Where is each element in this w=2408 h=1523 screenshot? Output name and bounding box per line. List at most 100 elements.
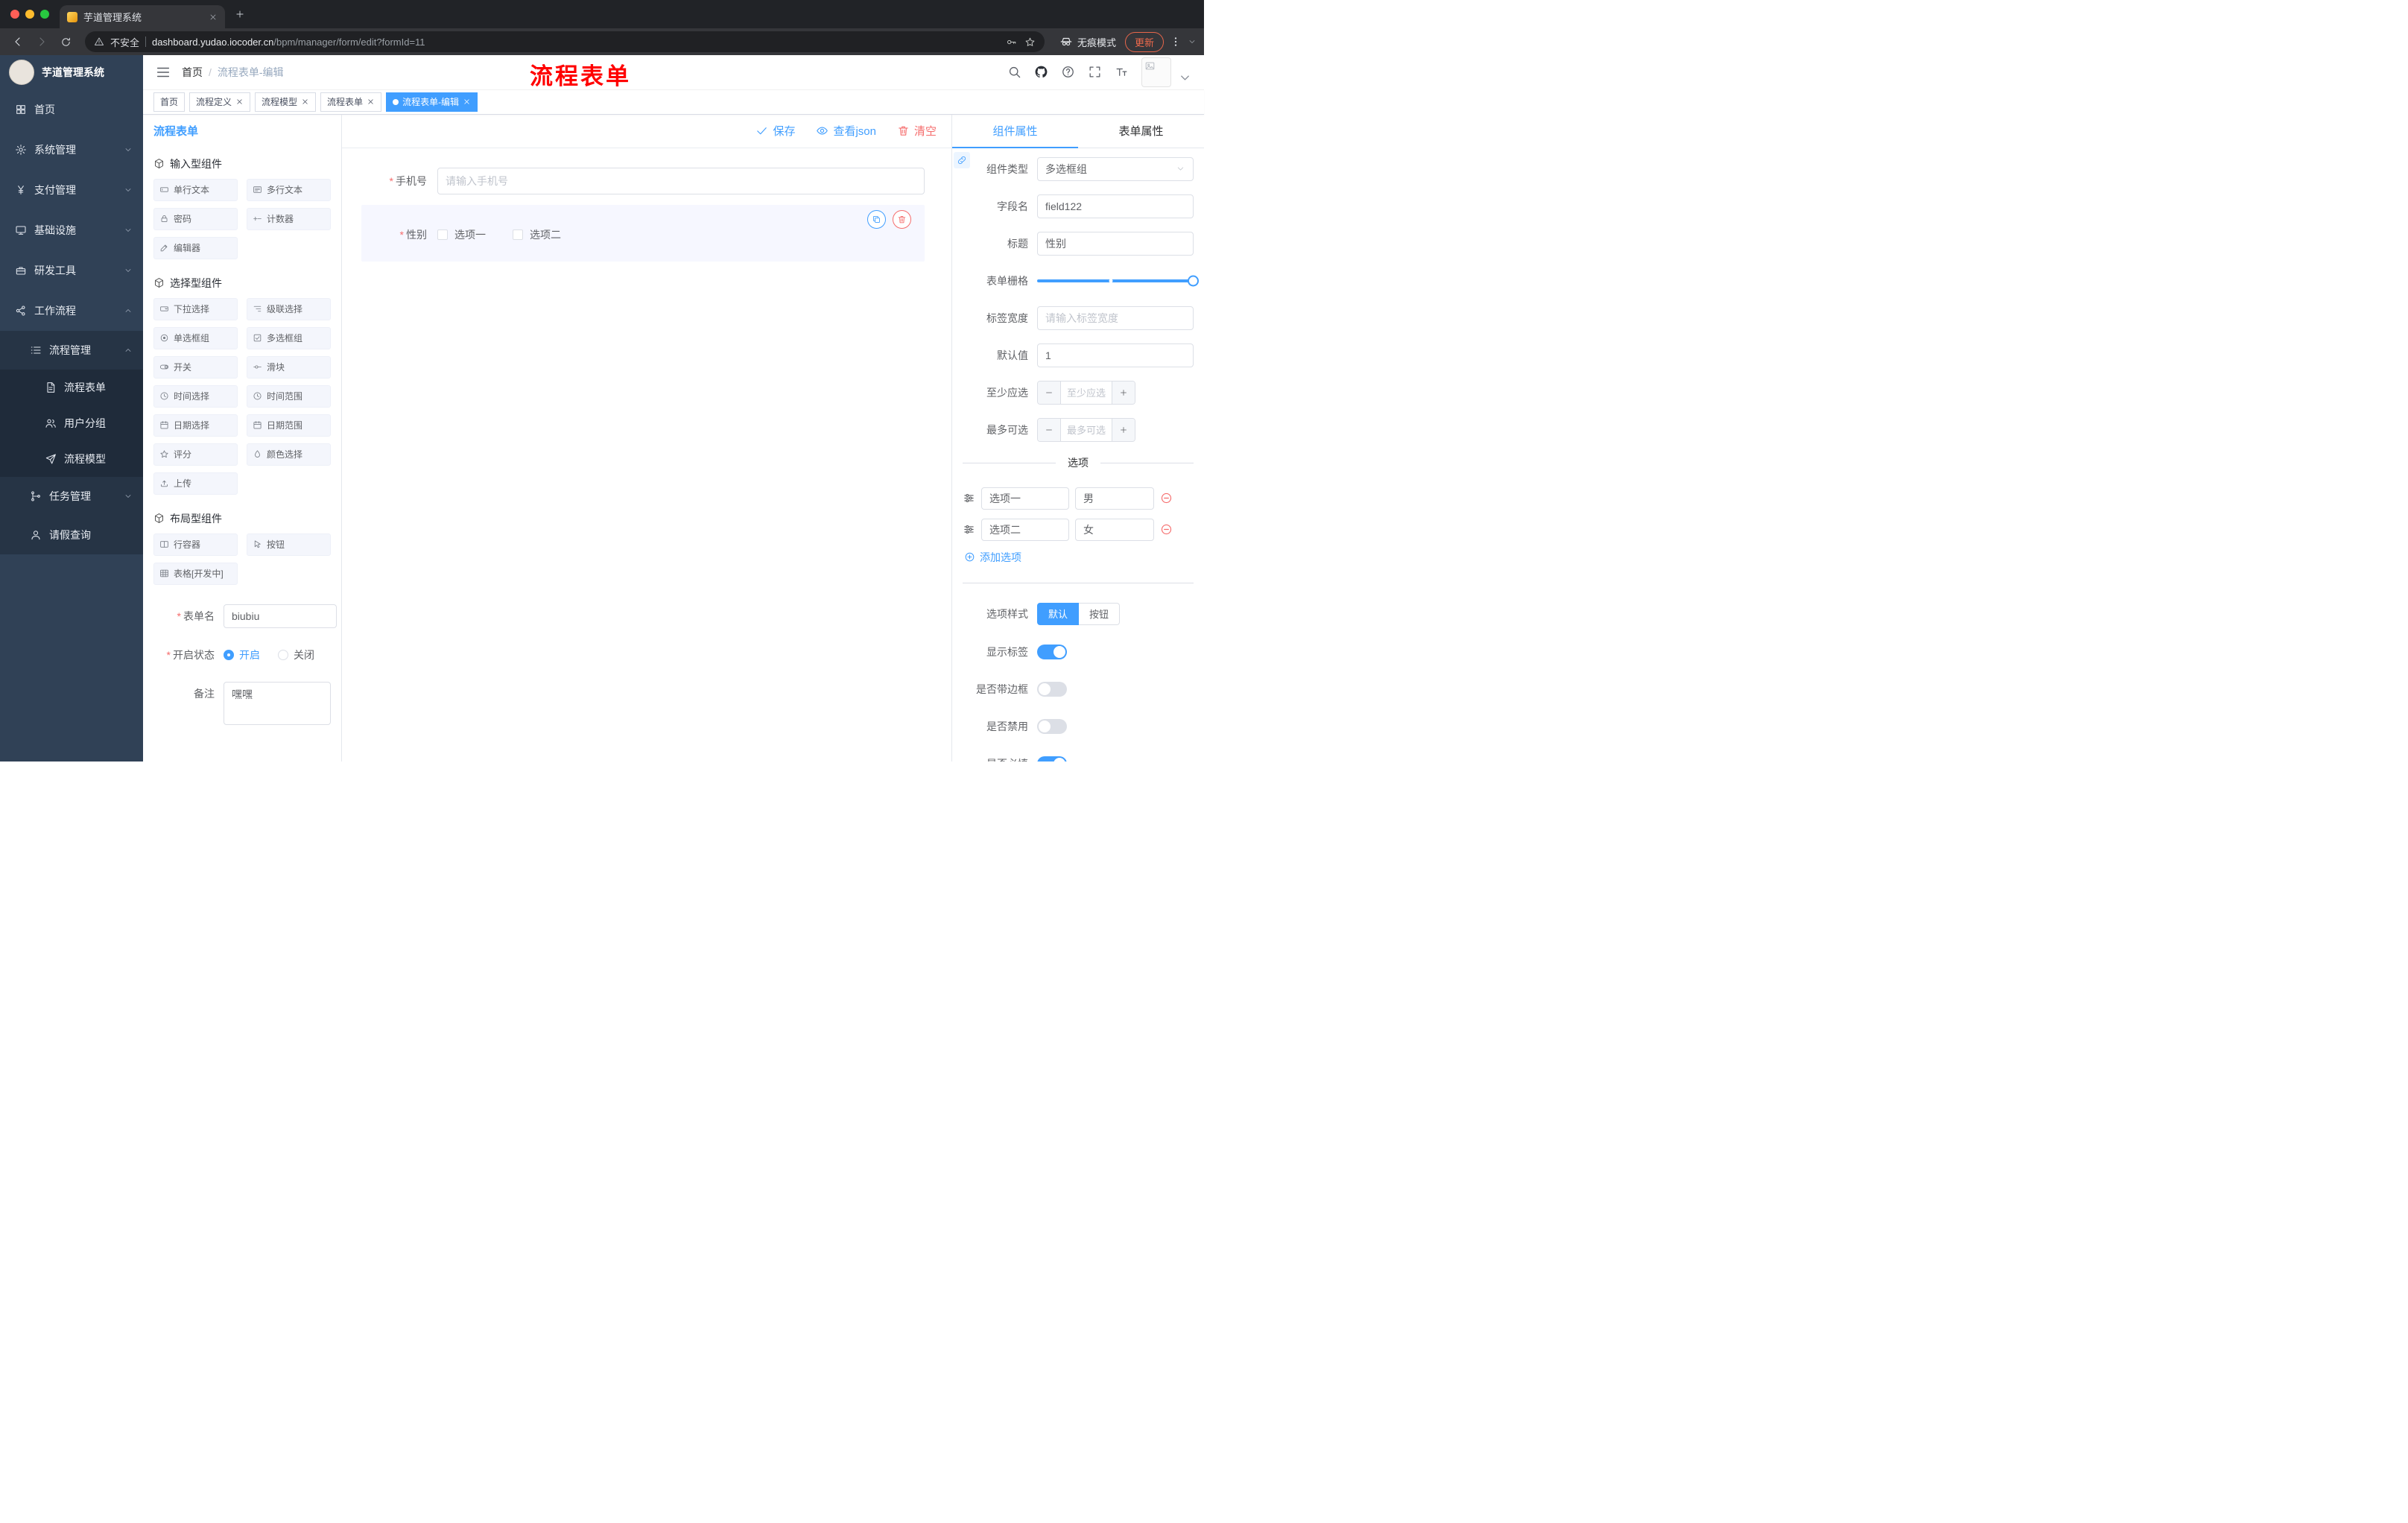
sidebar-item-process-form[interactable]: 流程表单 bbox=[0, 370, 143, 405]
label-width-input[interactable] bbox=[1037, 305, 1194, 330]
window-close-button[interactable] bbox=[10, 10, 19, 19]
option-style-default-button[interactable]: 默认 bbox=[1037, 602, 1080, 625]
palette-item-editor[interactable]: 编辑器 bbox=[153, 236, 238, 259]
sidebar-item-process-management[interactable]: 流程管理 bbox=[0, 331, 143, 370]
option-style-button-button[interactable]: 按钮 bbox=[1079, 602, 1121, 625]
phone-input[interactable] bbox=[437, 167, 925, 194]
canvas-field-phone[interactable]: * 手机号 bbox=[361, 167, 925, 194]
tag-process-form[interactable]: 流程表单 bbox=[320, 92, 382, 112]
gender-checkbox-option2[interactable]: 选项二 bbox=[513, 227, 561, 242]
palette-item-dropdown-select[interactable]: 下拉选择 bbox=[153, 297, 238, 320]
window-minimize-button[interactable] bbox=[25, 10, 34, 19]
gender-checkbox-option1[interactable]: 选项一 bbox=[437, 227, 486, 242]
tag-process-model[interactable]: 流程模型 bbox=[255, 92, 317, 112]
palette-item-single-line-text[interactable]: 单行文本 bbox=[153, 178, 238, 201]
tag-home[interactable]: 首页 bbox=[153, 92, 186, 112]
slider-handle[interactable] bbox=[1188, 275, 1199, 287]
palette-item-multi-line-text[interactable]: 多行文本 bbox=[247, 178, 331, 201]
window-controls[interactable] bbox=[0, 10, 60, 19]
toolbar-caret-icon[interactable] bbox=[1188, 37, 1197, 46]
sidebar-item-infrastructure[interactable]: 基础设施 bbox=[0, 210, 143, 250]
form-grid-slider[interactable] bbox=[1037, 275, 1199, 287]
palette-item-time-range[interactable]: 时间范围 bbox=[247, 384, 331, 408]
close-icon[interactable] bbox=[235, 98, 244, 106]
back-button[interactable] bbox=[7, 31, 28, 52]
close-icon[interactable] bbox=[367, 98, 375, 106]
sidebar-item-workflow[interactable]: 工作流程 bbox=[0, 291, 143, 331]
drag-handle-icon[interactable] bbox=[963, 492, 975, 504]
palette-item-upload[interactable]: 上传 bbox=[153, 472, 238, 495]
tag-process-definition[interactable]: 流程定义 bbox=[189, 92, 251, 112]
security-label[interactable]: 不安全 bbox=[110, 35, 139, 49]
add-option-button[interactable]: 添加选项 bbox=[963, 550, 1194, 565]
github-icon[interactable] bbox=[1034, 65, 1048, 79]
tab-form-properties[interactable]: 表单属性 bbox=[1078, 115, 1204, 148]
forward-button[interactable] bbox=[31, 31, 52, 52]
option-value-input[interactable] bbox=[1075, 487, 1154, 510]
field-name-input[interactable] bbox=[1037, 194, 1194, 218]
duplicate-field-button[interactable] bbox=[867, 209, 886, 229]
fullscreen-icon[interactable] bbox=[1088, 65, 1102, 79]
link-handle[interactable] bbox=[954, 151, 970, 168]
default-value-input[interactable] bbox=[1037, 343, 1194, 367]
breadcrumb-home[interactable]: 首页 bbox=[182, 65, 203, 80]
option-label-input[interactable] bbox=[981, 518, 1069, 541]
sidebar-item-leave-query[interactable]: 请假查询 bbox=[0, 516, 143, 554]
option-label-input[interactable] bbox=[981, 487, 1069, 510]
option-value-input[interactable] bbox=[1075, 518, 1154, 541]
sidebar-item-home[interactable]: 首页 bbox=[0, 89, 143, 130]
close-icon[interactable] bbox=[463, 98, 471, 106]
font-size-icon[interactable] bbox=[1115, 65, 1129, 79]
password-key-icon[interactable] bbox=[1006, 37, 1017, 48]
disabled-toggle[interactable] bbox=[1037, 718, 1067, 734]
tag-process-form-edit[interactable]: 流程表单-编辑 bbox=[386, 92, 478, 112]
stepper-increase-button[interactable] bbox=[1112, 381, 1135, 404]
remove-option-button[interactable] bbox=[1160, 523, 1173, 536]
sidebar-collapse-icon[interactable] bbox=[155, 64, 171, 80]
palette-item-date-picker[interactable]: 日期选择 bbox=[153, 414, 238, 437]
close-icon[interactable] bbox=[301, 98, 309, 106]
sidebar-item-task-management[interactable]: 任务管理 bbox=[0, 477, 143, 516]
sidebar-item-system[interactable]: 系统管理 bbox=[0, 130, 143, 170]
search-icon[interactable] bbox=[1007, 65, 1021, 79]
palette-item-date-range[interactable]: 日期范围 bbox=[247, 414, 331, 437]
palette-item-counter[interactable]: 计数器 bbox=[247, 207, 331, 230]
palette-item-checkbox-group[interactable]: 多选框组 bbox=[247, 326, 331, 349]
window-zoom-button[interactable] bbox=[40, 10, 49, 19]
palette-item-switch[interactable]: 开关 bbox=[153, 355, 238, 379]
reload-button[interactable] bbox=[55, 31, 76, 52]
clear-button[interactable]: 清空 bbox=[897, 123, 937, 139]
palette-item-button[interactable]: 按钮 bbox=[247, 533, 331, 556]
tab-component-properties[interactable]: 组件属性 bbox=[952, 115, 1078, 148]
max-select-value[interactable]: 最多可选 bbox=[1061, 419, 1112, 441]
delete-field-button[interactable] bbox=[893, 209, 911, 229]
new-tab-button[interactable] bbox=[229, 4, 250, 25]
with-border-toggle[interactable] bbox=[1037, 681, 1067, 697]
min-select-value[interactable]: 至少应选 bbox=[1061, 381, 1112, 404]
bookmark-star-icon[interactable] bbox=[1024, 37, 1036, 48]
canvas-field-gender-selected[interactable]: * 性别 选项一 选项二 bbox=[361, 204, 925, 262]
avatar-caret-icon[interactable] bbox=[1178, 71, 1192, 85]
palette-item-radio-group[interactable]: 单选框组 bbox=[153, 326, 238, 349]
palette-item-color-picker[interactable]: 颜色选择 bbox=[247, 443, 331, 466]
save-button[interactable]: 保存 bbox=[755, 123, 795, 139]
palette-item-slider[interactable]: 滑块 bbox=[247, 355, 331, 379]
board-canvas[interactable]: *手机号 *性别 选项一 bbox=[342, 148, 951, 762]
sidebar-item-payment[interactable]: 支付管理 bbox=[0, 170, 143, 210]
form-remark-textarea[interactable]: 嘿嘿 bbox=[224, 681, 331, 725]
tab-close-icon[interactable] bbox=[209, 13, 218, 22]
stepper-decrease-button[interactable] bbox=[1038, 381, 1061, 404]
sidebar-item-process-model[interactable]: 流程模型 bbox=[0, 441, 143, 477]
title-input[interactable] bbox=[1037, 231, 1194, 256]
browser-tab[interactable]: 芋道管理系统 bbox=[60, 5, 225, 28]
browser-menu-button[interactable] bbox=[1167, 36, 1185, 48]
palette-item-table[interactable]: 表格[开发中] bbox=[153, 562, 238, 585]
form-name-input[interactable] bbox=[224, 604, 337, 628]
component-type-select[interactable]: 多选框组 bbox=[1037, 156, 1194, 181]
required-toggle[interactable] bbox=[1037, 756, 1067, 762]
browser-update-button[interactable]: 更新 bbox=[1124, 31, 1164, 52]
stepper-decrease-button[interactable] bbox=[1038, 418, 1061, 441]
view-json-button[interactable]: 查看json bbox=[816, 123, 876, 139]
avatar[interactable] bbox=[1141, 57, 1171, 87]
palette-item-row-container[interactable]: 行容器 bbox=[153, 533, 238, 556]
